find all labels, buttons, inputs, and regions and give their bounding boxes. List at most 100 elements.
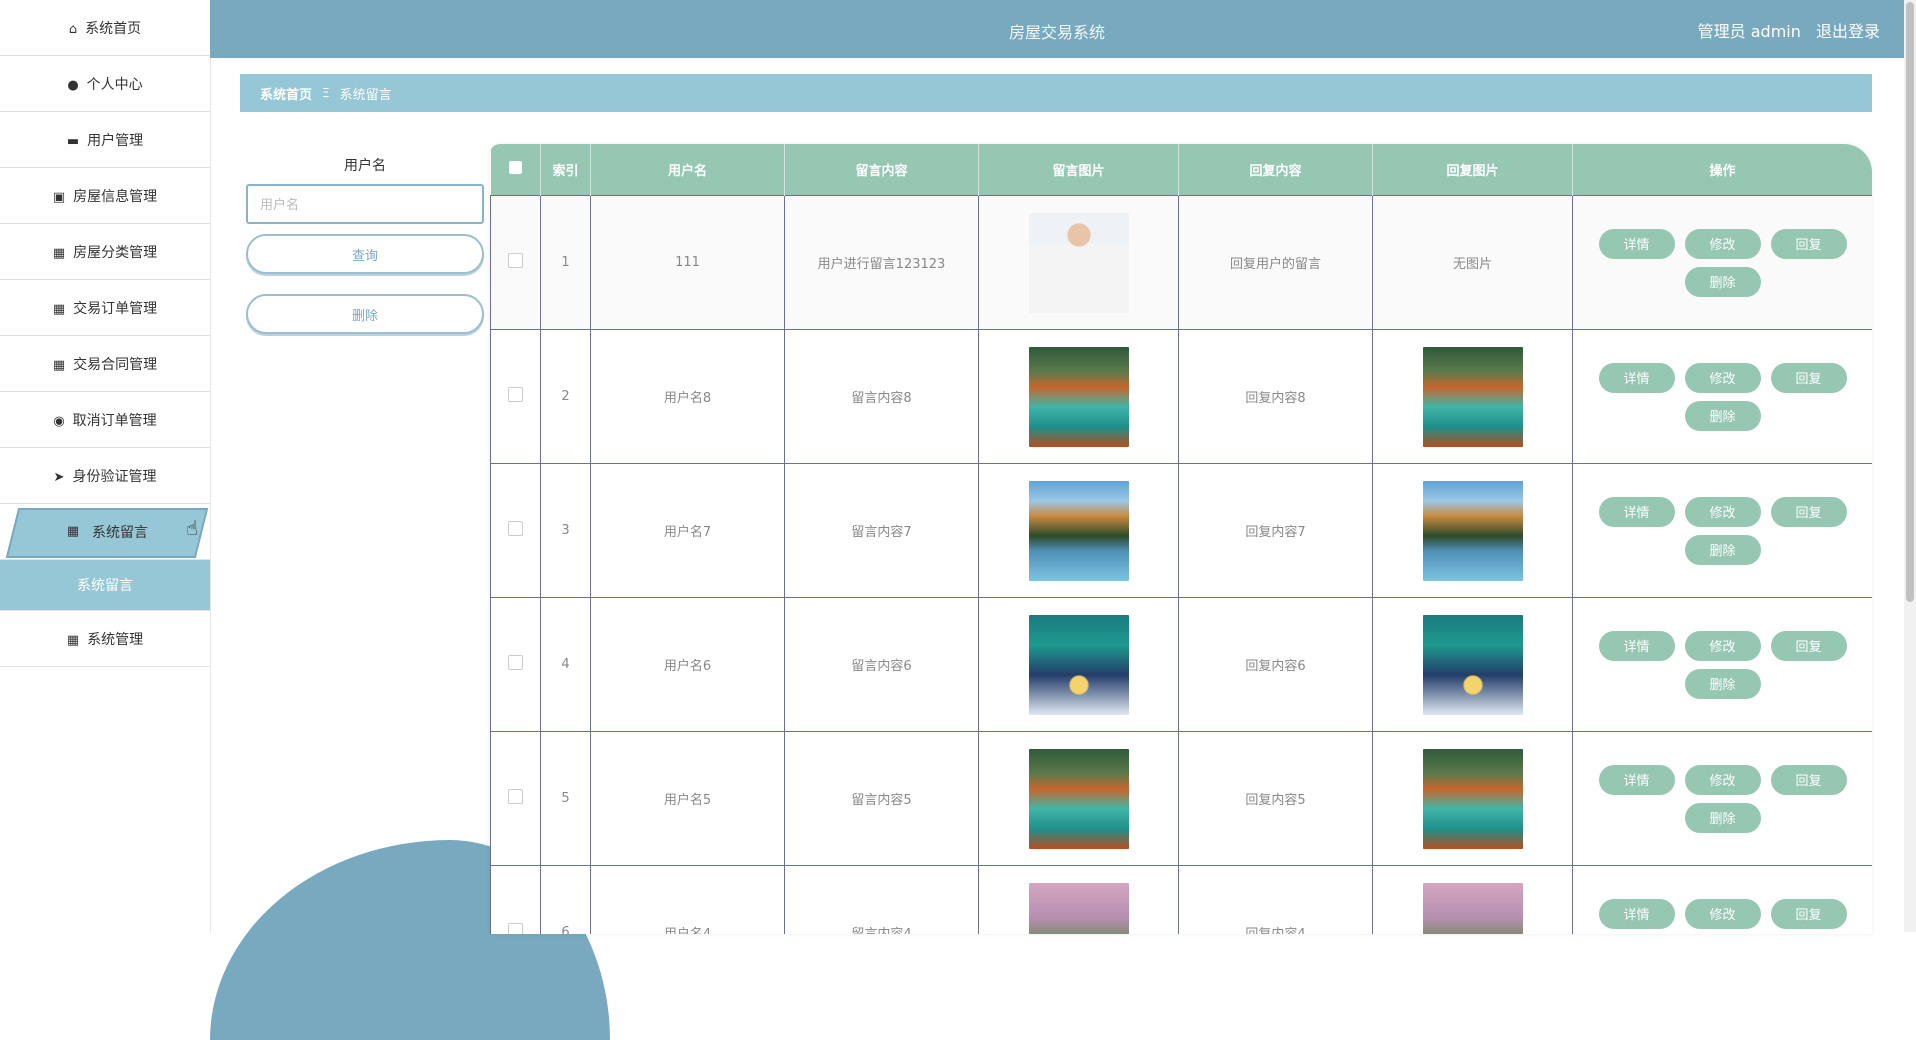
actions-cell: 详情修改回复删除 <box>1572 865 1872 935</box>
index-cell: 5 <box>540 731 591 866</box>
reply-image[interactable] <box>1422 882 1523 934</box>
sidebar-item[interactable]: ▦ 房屋分类管理 <box>0 224 210 280</box>
row-checkbox[interactable] <box>508 923 523 934</box>
row-checkbox[interactable] <box>508 387 523 402</box>
edit-button[interactable]: 修改 <box>1684 496 1761 527</box>
column-header: 索引 <box>540 144 591 196</box>
sidebar-item-label: 系统首页 <box>85 20 142 37</box>
table-row: 4 用户名6 留言内容6 回复内容6 详情 修改 回复 删除 <box>490 597 1872 732</box>
username-search-input[interactable] <box>246 184 484 224</box>
breadcrumb-home[interactable]: 系统首页 <box>260 84 312 103</box>
delete-button[interactable]: 删除 <box>1684 668 1761 699</box>
sidebar-item[interactable]: ▦ 交易合同管理 <box>0 336 210 392</box>
page-scrollbar[interactable] <box>1904 0 1916 932</box>
detail-button[interactable]: 详情 <box>1598 630 1675 661</box>
sidebar-item[interactable]: ▬ 用户管理 <box>0 112 210 168</box>
message-image[interactable] <box>1028 882 1129 934</box>
edit-button[interactable]: 修改 <box>1684 228 1761 259</box>
content-cell: 留言内容6 <box>784 597 979 732</box>
reply-button[interactable]: 回复 <box>1770 764 1847 795</box>
reply-button[interactable]: 回复 <box>1770 362 1847 393</box>
edit-button[interactable]: 修改 <box>1684 362 1761 393</box>
detail-button[interactable]: 详情 <box>1598 496 1675 527</box>
reply-image[interactable] <box>1422 346 1523 447</box>
sidebar-item[interactable]: ➤ 身份验证管理 <box>0 448 210 504</box>
edit-button[interactable]: 修改 <box>1684 764 1761 795</box>
grid-icon: ▦ <box>66 524 80 539</box>
sidebar-item[interactable]: ◉ 取消订单管理 <box>0 392 210 448</box>
detail-button[interactable]: 详情 <box>1598 898 1675 929</box>
reply-button[interactable]: 回复 <box>1770 496 1847 527</box>
reply-cell: 回复内容6 <box>1178 597 1373 732</box>
row-checkbox[interactable] <box>508 521 523 536</box>
column-header: 操作 <box>1572 144 1872 196</box>
sidebar-item-label: 房屋分类管理 <box>73 244 158 261</box>
detail-button[interactable]: 详情 <box>1598 764 1675 795</box>
app-title: 房屋交易系统 <box>1008 23 1105 42</box>
message-image[interactable] <box>1028 614 1129 715</box>
grid-icon: ▦ <box>52 357 66 373</box>
row-select-cell <box>490 731 541 866</box>
detail-button[interactable]: 详情 <box>1598 362 1675 393</box>
delete-button[interactable]: 删除 <box>1684 802 1761 833</box>
row-checkbox[interactable] <box>508 655 523 670</box>
column-header: 留言图片 <box>978 144 1179 196</box>
index-cell: 2 <box>540 329 591 464</box>
action-group: 详情修改回复删除 <box>1574 898 1871 935</box>
sidebar-item-content: ▦ 系统管理 <box>67 629 143 649</box>
table-row: 1 111 用户进行留言123123 回复用户的留言 无图片 详情 修改 回复 删除 <box>490 195 1872 330</box>
delete-button[interactable]: 删除 <box>1684 400 1761 431</box>
sidebar-item[interactable]: ▦ 交易订单管理 <box>0 280 210 336</box>
index-cell: 6 <box>540 865 591 934</box>
sidebar-item[interactable]: ⌂ 系统首页 <box>0 0 210 56</box>
row-checkbox[interactable] <box>508 253 523 268</box>
username-cell: 用户名7 <box>590 463 785 598</box>
reply-image[interactable] <box>1422 480 1523 581</box>
message-image[interactable] <box>1028 748 1129 849</box>
action-group: 详情修改回复删除 <box>1574 496 1871 565</box>
grid-icon: ▦ <box>66 632 80 648</box>
content-cell: 用户进行留言123123 <box>784 195 979 330</box>
message-image[interactable] <box>1028 212 1129 313</box>
sidebar-item[interactable]: ▦ 系统留言 <box>0 504 210 560</box>
edit-button[interactable]: 修改 <box>1684 630 1761 661</box>
query-button[interactable]: 查询 <box>246 234 484 274</box>
reply-cell: 回复内容4 <box>1178 865 1373 934</box>
delete-button[interactable]: 删除 <box>1684 266 1761 297</box>
message-image[interactable] <box>1028 480 1129 581</box>
user-area: 管理员 admin 退出登录 <box>1688 18 1880 42</box>
sidebar-item-content: ◉ 取消订单管理 <box>53 410 156 430</box>
reply-button[interactable]: 回复 <box>1770 228 1847 259</box>
reply-image-cell <box>1372 463 1573 598</box>
edit-button[interactable]: 修改 <box>1684 898 1761 929</box>
scrollbar-thumb[interactable] <box>1906 2 1914 602</box>
sidebar-item-content: ⌂ 系统首页 <box>69 18 141 38</box>
username-cell: 用户名6 <box>590 597 785 732</box>
row-checkbox[interactable] <box>508 789 523 804</box>
index-cell: 1 <box>540 195 591 330</box>
clipboard-icon: ▣ <box>52 189 66 205</box>
logout-link[interactable]: 退出登录 <box>1816 22 1880 41</box>
reply-button[interactable]: 回复 <box>1770 630 1847 661</box>
delete-button[interactable]: 删除 <box>1684 534 1761 565</box>
sidebar-item-content: ▦ 交易订单管理 <box>53 298 157 318</box>
row-select-cell <box>490 865 541 934</box>
reply-cell: 回复用户的留言 <box>1178 195 1373 330</box>
submenu-item[interactable]: 系统留言 <box>0 560 210 611</box>
reply-image[interactable] <box>1422 614 1523 715</box>
table-row: 5 用户名5 留言内容5 回复内容5 详情 修改 回复 删除 <box>490 731 1872 866</box>
sidebar-item[interactable]: ● 个人中心 <box>0 56 210 112</box>
table-row: 3 用户名7 留言内容7 回复内容7 详情 修改 回复 删除 <box>490 463 1872 598</box>
message-image[interactable] <box>1028 346 1129 447</box>
admin-user-label: 管理员 admin <box>1697 22 1801 41</box>
reply-button[interactable]: 回复 <box>1770 898 1847 929</box>
reply-image[interactable] <box>1422 748 1523 849</box>
sidebar-item-content: ▦ 交易合同管理 <box>53 354 157 374</box>
detail-button[interactable]: 详情 <box>1598 228 1675 259</box>
top-header: 房屋交易系统 管理员 admin 退出登录 <box>210 0 1904 58</box>
username-cell: 用户名8 <box>590 329 785 464</box>
batch-delete-button[interactable]: 删除 <box>246 294 484 334</box>
sidebar-item[interactable]: ▣ 房屋信息管理 <box>0 168 210 224</box>
select-all-checkbox[interactable] <box>508 161 522 174</box>
sidebar-item[interactable]: ▦ 系统管理 <box>0 611 210 667</box>
